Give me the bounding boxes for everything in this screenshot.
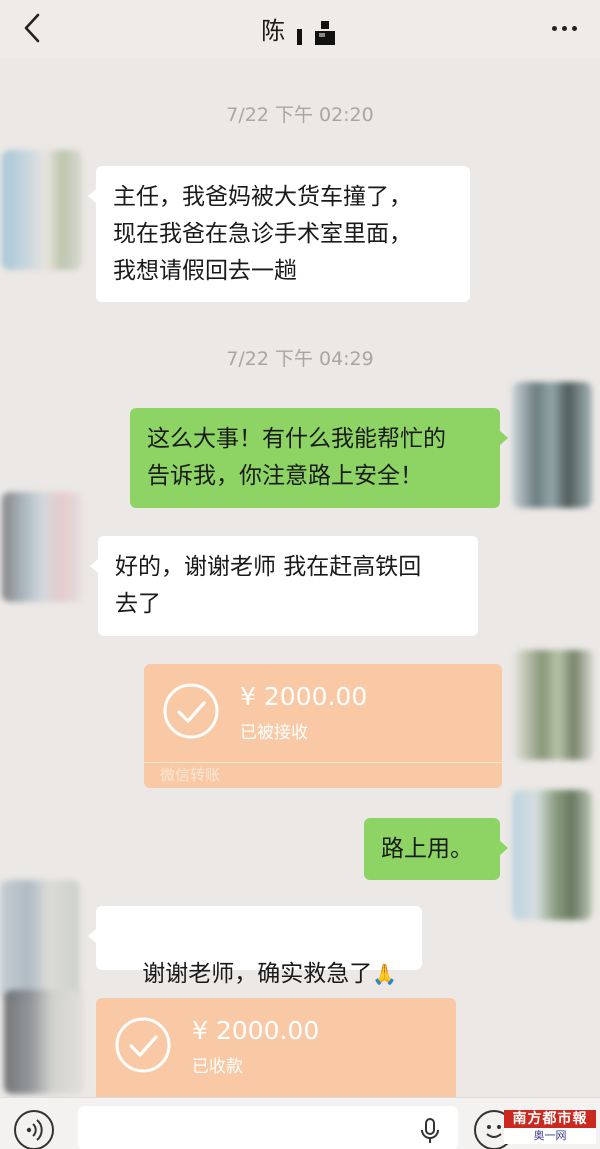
transfer-card-received[interactable]: ¥ 2000.00 已收款 <box>96 998 456 1104</box>
self-avatar[interactable] <box>512 790 592 920</box>
chat-title: 陈 <box>0 11 600 46</box>
message-bubble-received[interactable]: 好的，谢谢老师 我在赶高铁回 去了 <box>90 536 478 636</box>
voice-icon <box>26 1119 43 1141</box>
chat-screen: 陈 7/22 下午 02:20 主任，我爸妈被大货车撞了， 现在我爸在急诊手术室… <box>0 0 600 1149</box>
message-input[interactable] <box>78 1106 458 1149</box>
message-text: 谢谢老师，确实救急了 <box>142 961 373 987</box>
watermark-logo: 南方都市報 <box>504 1110 596 1128</box>
message-bubble-received[interactable]: 谢谢老师，确实救急了🙏 <box>88 906 422 987</box>
microphone-icon <box>421 1118 439 1143</box>
check-circle-icon <box>163 683 219 739</box>
self-avatar[interactable] <box>514 650 594 760</box>
contact-avatar[interactable] <box>2 150 82 270</box>
contact-avatar[interactable] <box>4 990 84 1094</box>
message-timestamp: 7/22 下午 04:29 <box>226 348 374 370</box>
more-dot <box>571 25 577 31</box>
more-options-button[interactable] <box>542 10 586 46</box>
newspaper-watermark: 南方都市報 奥一网 oeeee.com <box>504 1110 596 1149</box>
more-dot <box>561 25 567 31</box>
check-circle-icon <box>115 1017 171 1073</box>
chat-header: 陈 <box>0 0 600 58</box>
transfer-status: 已收款 <box>192 1057 243 1077</box>
watermark-site: 奥一网 oeeee.com <box>504 1128 596 1149</box>
transfer-amount: ¥ 2000.00 <box>192 1016 320 1045</box>
contact-avatar[interactable] <box>0 880 80 1000</box>
transfer-status: 已被接收 <box>240 723 308 743</box>
name-redaction-mark <box>296 21 335 45</box>
pray-emoji: 🙏 <box>372 962 398 986</box>
message-bubble-received[interactable]: 主任，我爸妈被大货车撞了， 现在我爸在急诊手术室里面， 我想请假回去一趟 <box>88 166 470 302</box>
transfer-card-sent[interactable]: ¥ 2000.00 已被接收 微信转账 <box>144 664 502 788</box>
message-bubble-sent[interactable]: 路上用。 <box>364 818 508 880</box>
transfer-amount: ¥ 2000.00 <box>240 682 368 711</box>
contact-avatar[interactable] <box>2 492 82 602</box>
contact-name: 陈 <box>261 17 286 45</box>
message-timestamp: 7/22 下午 02:20 <box>226 104 374 126</box>
self-avatar[interactable] <box>512 382 592 508</box>
voice-toggle-button[interactable] <box>14 1110 54 1149</box>
message-bubble-sent[interactable]: 这么大事！有什么我能帮忙的 告诉我，你注意路上安全！ <box>130 408 508 508</box>
more-dot <box>551 25 557 31</box>
transfer-footer: 微信转账 <box>144 762 502 788</box>
